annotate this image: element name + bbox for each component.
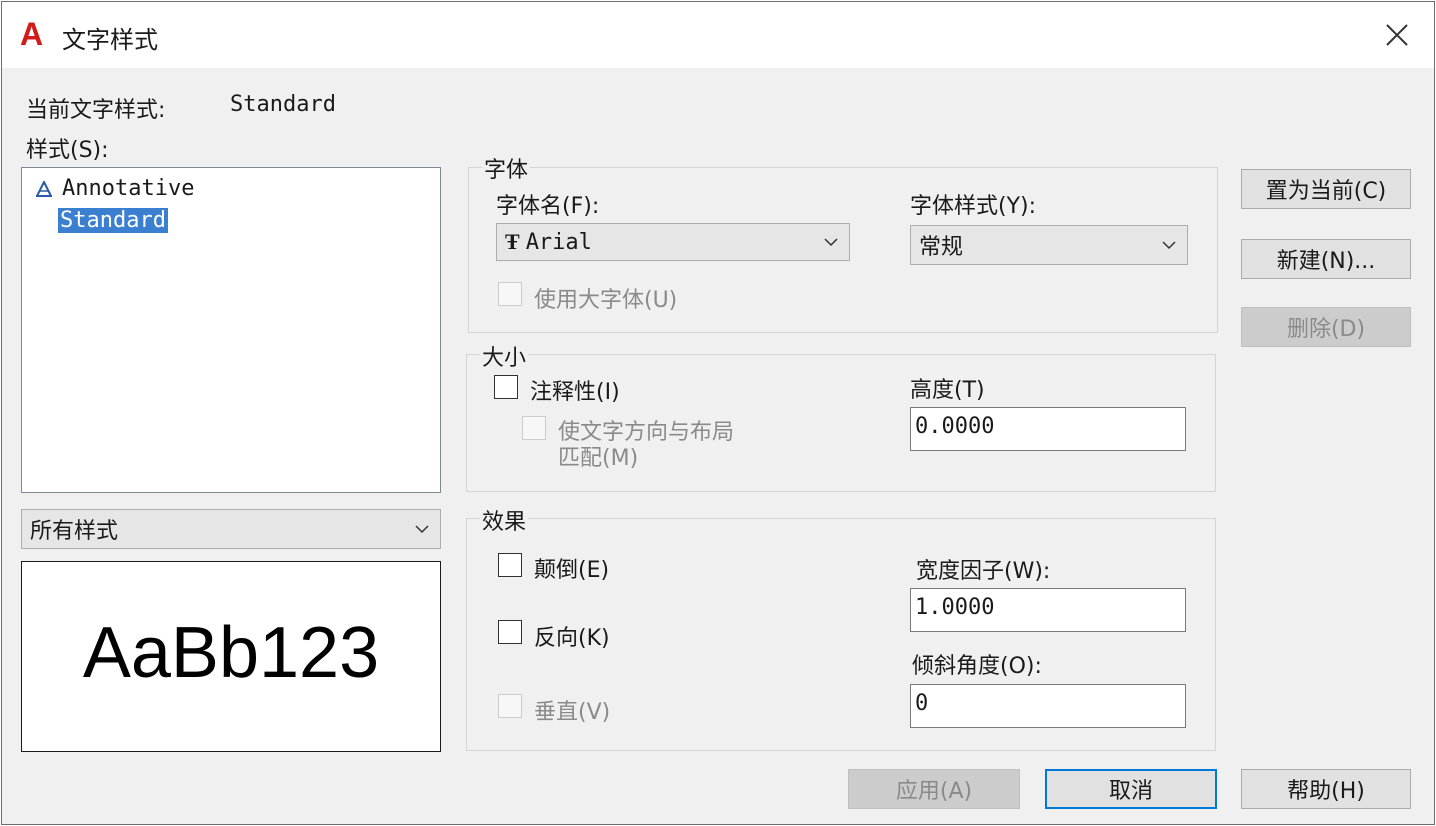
apply-button[interactable]: 应用(A) (848, 769, 1020, 809)
style-preview: AaBb123 (21, 561, 441, 752)
font-group-label: 字体 (482, 152, 531, 184)
style-filter-value: 所有样式 (30, 519, 119, 544)
font-name-select[interactable]: Ŧ Arial (496, 223, 850, 261)
annotative-icon (36, 181, 52, 197)
help-button[interactable]: 帮助(H) (1241, 769, 1411, 809)
styles-list[interactable]: Annotative Standard (21, 167, 441, 493)
effects-group-label: 效果 (480, 504, 529, 536)
width-factor-input[interactable]: 1.0000 (910, 588, 1186, 632)
new-style-button[interactable]: 新建(N)... (1241, 239, 1411, 279)
font-style-select[interactable]: 常规 (910, 225, 1188, 265)
truetype-font-icon: Ŧ (505, 229, 520, 254)
annotative-label: 注释性(I) (530, 380, 620, 405)
preview-text: AaBb123 (82, 613, 380, 693)
autocad-logo-icon: A (20, 16, 44, 52)
current-style-value: Standard (230, 92, 336, 117)
upside-down-label: 颠倒(E) (534, 558, 610, 583)
text-style-dialog: A 文字样式 当前文字样式: Standard 样式(S): Annotativ… (1, 1, 1435, 825)
size-group-label: 大小 (480, 340, 529, 372)
close-button[interactable] (1372, 12, 1422, 58)
list-item-standard[interactable]: Standard (58, 205, 168, 237)
backwards-checkbox[interactable] (498, 620, 522, 644)
vertical-checkbox[interactable] (498, 694, 522, 718)
match-orientation-label-2: 匹配(M) (558, 446, 639, 471)
font-name-label: 字体名(F): (496, 194, 600, 219)
use-bigfont-label: 使用大字体(U) (534, 288, 678, 313)
list-item-label: Annotative (62, 176, 195, 201)
title-bar: A 文字样式 (2, 2, 1434, 68)
upside-down-checkbox[interactable] (498, 553, 522, 577)
font-style-label: 字体样式(Y): (910, 194, 1037, 219)
chevron-down-icon (415, 525, 429, 534)
close-icon (1386, 24, 1408, 46)
backwards-label: 反向(K) (534, 626, 610, 651)
annotative-checkbox[interactable] (494, 375, 518, 399)
chevron-down-icon (824, 238, 838, 247)
cancel-button[interactable]: 取消 (1045, 769, 1217, 809)
oblique-angle-label: 倾斜角度(O): (912, 654, 1042, 679)
styles-label: 样式(S): (26, 138, 109, 163)
list-item-label: Standard (58, 208, 168, 233)
font-name-value: Arial (525, 229, 592, 255)
vertical-label: 垂直(V) (534, 700, 611, 725)
use-bigfont-checkbox[interactable] (498, 282, 522, 306)
font-style-value: 常规 (919, 235, 964, 260)
list-item-annotative[interactable]: Annotative (36, 173, 196, 205)
style-filter-select[interactable]: 所有样式 (21, 509, 441, 549)
set-current-button[interactable]: 置为当前(C) (1241, 169, 1411, 209)
chevron-down-icon (1162, 241, 1176, 250)
current-style-label: 当前文字样式: (26, 98, 166, 123)
height-input[interactable]: 0.0000 (910, 407, 1186, 451)
width-factor-label: 宽度因子(W): (916, 559, 1051, 584)
dialog-title: 文字样式 (62, 26, 158, 54)
oblique-angle-input[interactable]: 0 (910, 684, 1186, 728)
delete-style-button[interactable]: 删除(D) (1241, 307, 1411, 347)
height-label: 高度(T) (910, 378, 985, 403)
match-orientation-checkbox[interactable] (522, 416, 546, 440)
